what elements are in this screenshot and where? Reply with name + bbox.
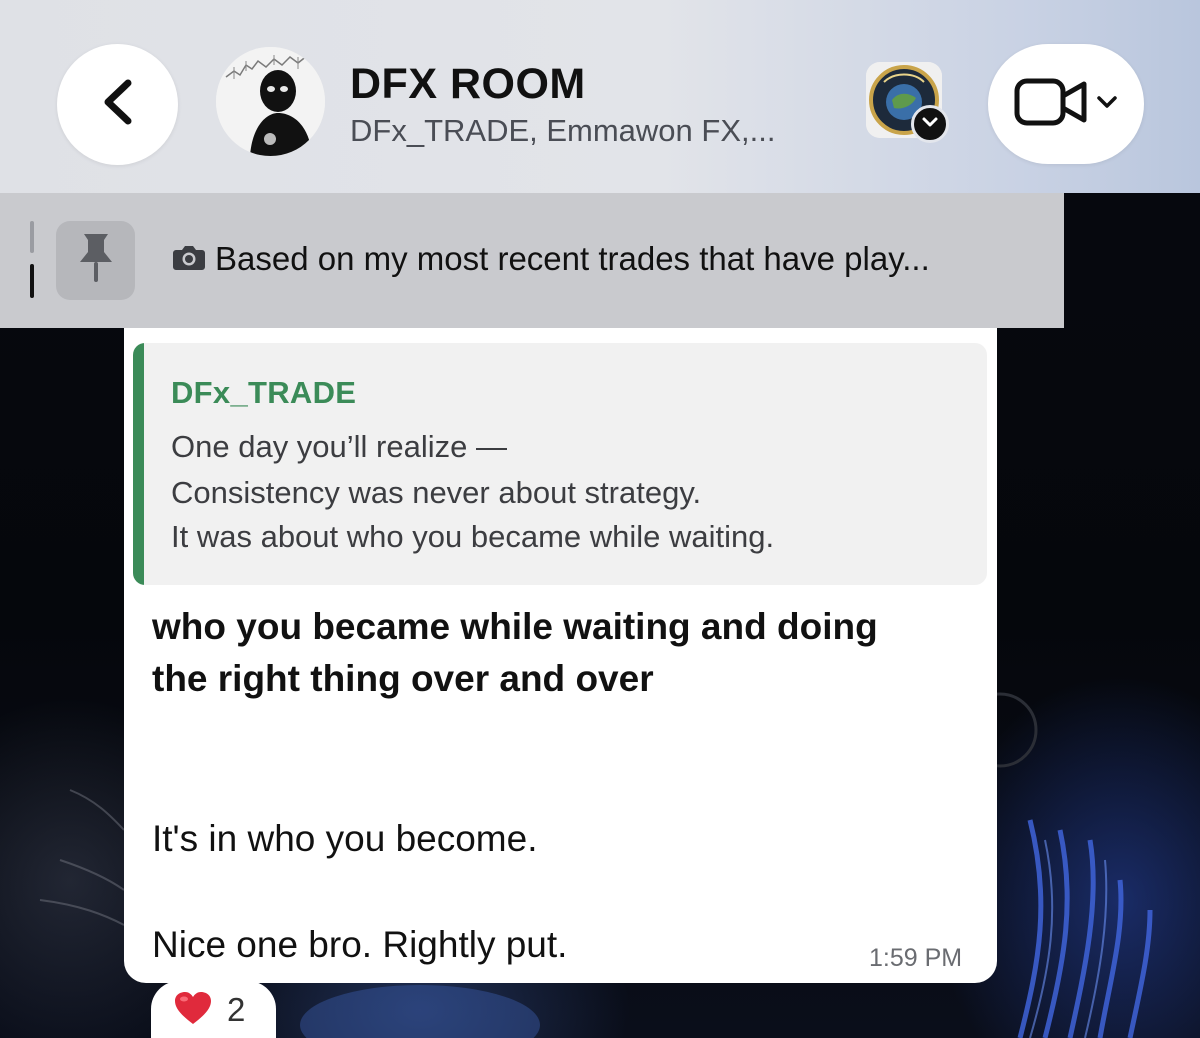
chevron-left-icon xyxy=(98,77,138,132)
pinned-messages-button[interactable] xyxy=(56,221,135,300)
quoted-message[interactable]: DFx_TRADE One day you’ll realize — Consi… xyxy=(133,343,987,585)
video-call-button[interactable] xyxy=(988,44,1144,164)
group-avatar-image xyxy=(216,47,325,156)
quote-author: DFx_TRADE xyxy=(171,375,357,410)
heart-icon xyxy=(173,990,213,1031)
chat-members[interactable]: DFx_TRADE, Emmawon FX,... xyxy=(350,113,775,149)
message-text: It's in who you become. xyxy=(152,818,538,859)
pinned-indicator-inactive xyxy=(30,221,34,253)
message-timestamp: 1:59 PM xyxy=(869,944,963,972)
chat-title[interactable]: DFX ROOM xyxy=(350,60,586,109)
chevron-down-icon xyxy=(1096,95,1118,114)
group-avatar[interactable] xyxy=(216,47,325,156)
message-text: Nice one bro. Rightly put. xyxy=(152,924,568,965)
reaction-count: 2 xyxy=(227,991,246,1028)
pinned-message-preview[interactable]: Based on my most recent trades that have… xyxy=(172,240,930,278)
camera-icon xyxy=(172,243,206,276)
message-text-bold: who you became while waiting and doing xyxy=(152,606,878,647)
community-menu-button[interactable] xyxy=(911,105,949,143)
pinned-indicator-active xyxy=(30,264,34,298)
back-button[interactable] xyxy=(57,44,178,165)
quote-line: Consistency was never about strategy. xyxy=(171,475,702,510)
pin-icon xyxy=(76,230,116,291)
video-camera-icon xyxy=(1014,76,1090,133)
quote-line: One day you’ll realize — xyxy=(171,429,507,464)
pinned-message-text: Based on my most recent trades that have… xyxy=(215,240,930,277)
reaction-pill[interactable]: 2 xyxy=(151,981,276,1038)
quote-accent-bar xyxy=(133,343,144,585)
quote-line: It was about who you became while waitin… xyxy=(171,519,775,554)
chevron-down-icon xyxy=(921,115,939,133)
message-text-bold: the right thing over and over xyxy=(152,658,654,699)
